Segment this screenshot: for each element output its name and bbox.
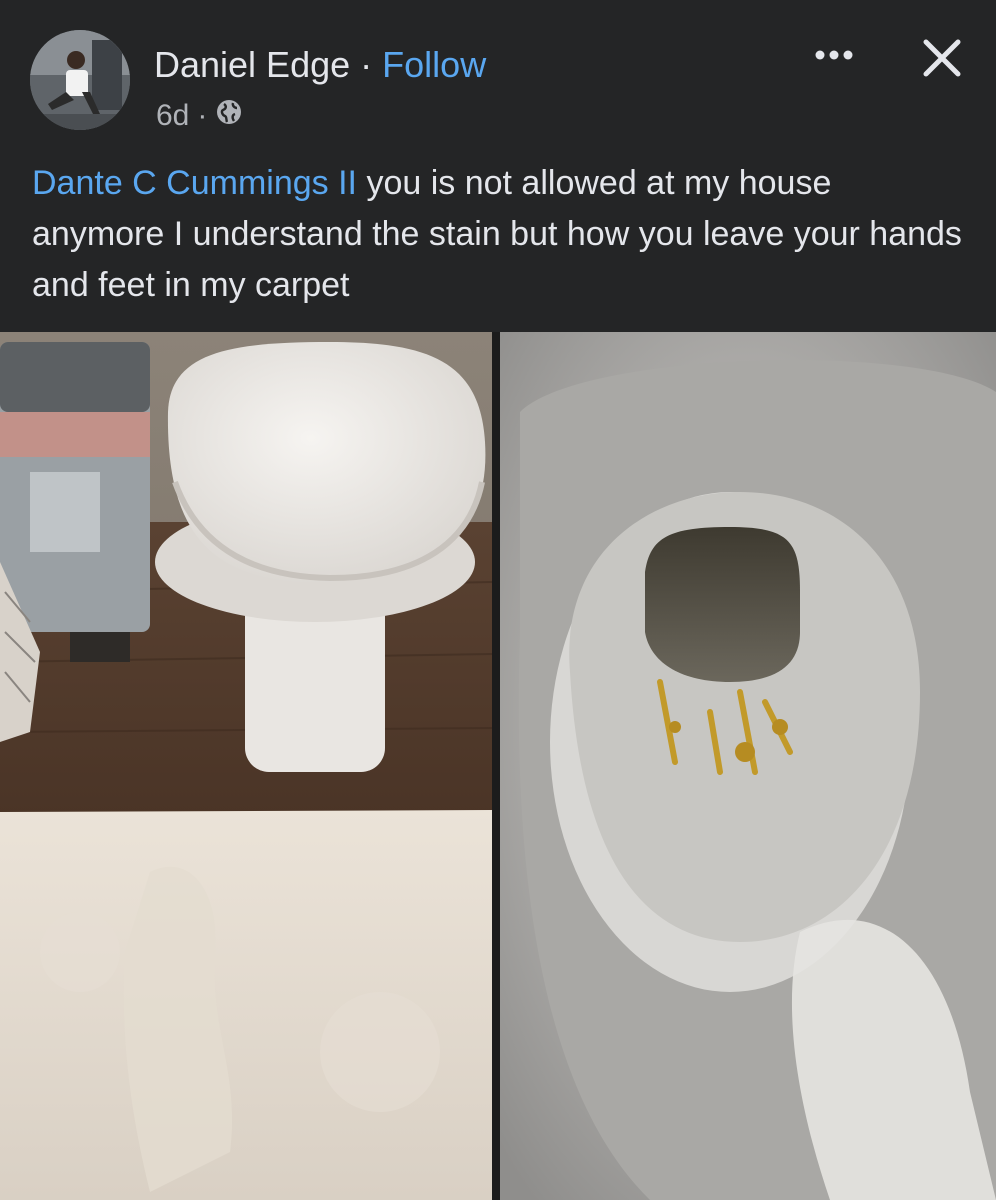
follow-button[interactable]: Follow (382, 44, 486, 85)
meta-separator: · (197, 99, 208, 132)
post-text: Dante C Cummings II you is not allowed a… (32, 158, 972, 311)
author-name[interactable]: Daniel Edge (154, 44, 350, 85)
avatar[interactable] (30, 30, 130, 130)
close-icon[interactable] (918, 34, 966, 82)
post-meta: 6d · (156, 98, 243, 134)
bathroom-rug-photo[interactable] (0, 332, 492, 1200)
post-header: Daniel Edge · Follow 6d · (0, 0, 996, 140)
photo-grid (0, 332, 996, 1200)
author-line: Daniel Edge · Follow (154, 44, 486, 86)
globe-icon (215, 98, 243, 134)
toilet-bowl-photo[interactable] (500, 332, 996, 1200)
post-card: Daniel Edge · Follow 6d · Dante C Cummin… (0, 0, 996, 1200)
post-time[interactable]: 6d (156, 99, 189, 133)
more-options-icon[interactable] (806, 40, 866, 70)
avatar-image (30, 30, 130, 130)
mention-link[interactable]: Dante C Cummings II (32, 164, 357, 202)
author-separator: · (360, 44, 373, 85)
